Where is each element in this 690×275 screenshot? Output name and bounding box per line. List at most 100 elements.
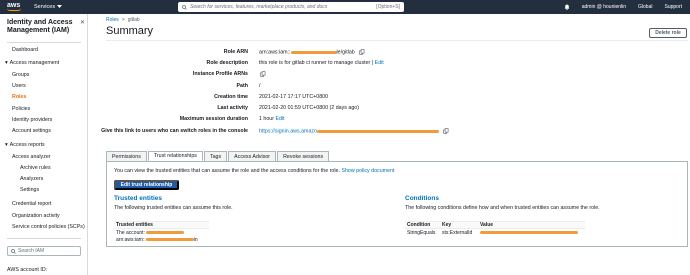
breadcrumb: Roles > gitlab bbox=[106, 17, 140, 23]
sidebar-section-label: Access management bbox=[9, 60, 60, 66]
sidebar-item-roles[interactable]: Roles bbox=[12, 94, 26, 100]
edit-trust-relationship-button[interactable]: Edit trust relationship bbox=[114, 180, 179, 190]
role-arn-prefix: arn:aws:iam:: bbox=[259, 49, 291, 56]
role-arn-suffix: le/gitlab bbox=[336, 49, 355, 56]
trust-description: You can view the trusted entities that c… bbox=[114, 168, 394, 174]
search-placeholder: Search for services, features, marketpla… bbox=[190, 4, 328, 10]
table-row: The account: bbox=[114, 229, 209, 236]
account-id-label: AWS account ID: bbox=[7, 267, 48, 273]
max-session-label: Maximum session duration bbox=[179, 116, 248, 122]
tab-trust-relationships[interactable]: Trust relationships bbox=[147, 151, 203, 161]
column-header: Condition bbox=[407, 222, 431, 228]
last-activity-value: 2021-02-20 01:59 UTC+0800 (2 days ago) bbox=[259, 105, 359, 111]
max-session-value: 1 hour Edit bbox=[259, 116, 285, 122]
creation-time-value: 2021-02-17 17:17 UTC+0800 bbox=[259, 94, 329, 100]
sidebar-item-archive-rules[interactable]: Archive rules bbox=[20, 165, 51, 171]
sidebar-item-organization-activity[interactable]: Organization activity bbox=[12, 213, 60, 219]
redaction-mark bbox=[290, 50, 337, 54]
search-shortcut-hint: [Option+S] bbox=[376, 4, 400, 10]
sidebar-divider bbox=[7, 238, 81, 239]
entity-account-prefix: The account: bbox=[116, 229, 145, 236]
redaction-mark bbox=[480, 230, 578, 234]
bell-icon[interactable] bbox=[564, 4, 570, 10]
sidebar-divider bbox=[7, 42, 81, 43]
sidebar-item-dashboard[interactable]: Dashboard bbox=[12, 47, 38, 53]
sidebar-item-scps[interactable]: Service control policies (SCPs) bbox=[12, 224, 85, 230]
title-divider bbox=[106, 40, 688, 41]
sidebar-item-account-settings[interactable]: Account settings bbox=[12, 128, 51, 134]
top-navigation: aws Services Search for services, featur… bbox=[0, 0, 690, 14]
sidebar-item-settings[interactable]: Settings bbox=[20, 187, 39, 193]
redaction-mark bbox=[317, 129, 439, 133]
redaction-mark bbox=[145, 237, 194, 241]
aws-smile-icon bbox=[7, 8, 21, 11]
redaction-mark bbox=[146, 230, 185, 234]
sidebar-search-input[interactable]: Search IAM bbox=[7, 246, 81, 256]
tab-permissions[interactable]: Permissions bbox=[106, 151, 147, 161]
sidebar-section-access-reports[interactable]: ▾ Access reports bbox=[5, 142, 45, 148]
region-menu[interactable]: Global bbox=[638, 4, 652, 10]
copy-icon[interactable] bbox=[260, 71, 266, 77]
instance-profile-label: Instance Profile ARNs bbox=[192, 71, 248, 77]
sidebar-title: Identity and Access Management (IAM) bbox=[7, 19, 73, 34]
delete-role-button[interactable]: Delete role bbox=[649, 28, 687, 38]
conditions-description: The following conditions define how and … bbox=[405, 205, 600, 211]
services-menu[interactable]: Services bbox=[34, 4, 63, 10]
page-title: Summary bbox=[106, 25, 154, 37]
tab-access-advisor[interactable]: Access Advisor bbox=[228, 151, 277, 161]
sidebar-item-groups[interactable]: Groups bbox=[12, 72, 29, 78]
breadcrumb-separator: > bbox=[121, 17, 125, 23]
caret-down-icon: ▾ bbox=[5, 60, 8, 66]
global-search-input[interactable]: Search for services, features, marketpla… bbox=[178, 2, 404, 12]
aws-logo[interactable]: aws bbox=[0, 0, 30, 14]
support-menu[interactable]: Support bbox=[664, 4, 682, 10]
copy-icon[interactable] bbox=[443, 128, 449, 134]
chevron-down-icon bbox=[57, 5, 63, 8]
edit-max-session-link[interactable]: Edit bbox=[276, 116, 285, 122]
sidebar-item-access-analyzer[interactable]: Access analyzer bbox=[12, 154, 51, 160]
instance-profile-value bbox=[259, 71, 266, 77]
sidebar-item-analyzers[interactable]: Analyzers bbox=[20, 176, 43, 182]
sidebar-section-access-management[interactable]: ▾ Access management bbox=[5, 60, 59, 66]
tab-tags[interactable]: Tags bbox=[203, 151, 228, 161]
max-session-text: 1 hour bbox=[259, 116, 275, 122]
sidebar-item-policies[interactable]: Policies bbox=[12, 106, 30, 112]
table-cell: arn:aws:iam:: in bbox=[114, 237, 198, 243]
services-label: Services bbox=[34, 4, 56, 10]
last-activity-label: Last activity bbox=[217, 105, 248, 111]
switch-role-link-value: https://signin.aws.amazo bbox=[259, 128, 449, 134]
table-row: StringEquals sts:ExternalId bbox=[405, 229, 585, 236]
edit-description-link[interactable]: Edit bbox=[375, 60, 384, 66]
column-header: Value bbox=[480, 222, 494, 228]
sidebar-item-identity-providers[interactable]: Identity providers bbox=[12, 117, 52, 123]
account-menu[interactable]: admin @ hounienlin bbox=[582, 4, 626, 10]
role-description-value: this role is for gitlab ci runner to man… bbox=[259, 60, 384, 66]
trusted-entities-table: Trusted entities The account: arn:aws:ia… bbox=[114, 221, 209, 243]
table-row: arn:aws:iam:: in bbox=[114, 236, 209, 243]
show-policy-document-link[interactable]: Show policy document bbox=[341, 168, 394, 174]
column-header: Trusted entities bbox=[116, 222, 153, 228]
tab-revoke-sessions[interactable]: Revoke sessions bbox=[277, 151, 330, 161]
role-tabs: Permissions Trust relationships Tags Acc… bbox=[106, 151, 330, 161]
role-description-text: this role is for gitlab ci runner to man… bbox=[259, 60, 371, 66]
role-arn-label: Role ARN bbox=[223, 49, 248, 55]
switch-role-link[interactable]: https://signin.aws.amazo bbox=[259, 128, 317, 134]
table-header: Condition Key Value bbox=[405, 222, 585, 229]
table-cell: The account: bbox=[114, 229, 185, 236]
search-icon bbox=[182, 4, 187, 10]
table-header: Trusted entities bbox=[114, 222, 209, 229]
breadcrumb-roles-link[interactable]: Roles bbox=[106, 17, 119, 23]
search-icon bbox=[11, 248, 16, 254]
role-description-label: Role description bbox=[206, 60, 249, 66]
table-cell: StringEquals bbox=[407, 229, 436, 236]
sidebar-item-credential-report[interactable]: Credential report bbox=[12, 201, 51, 207]
role-arn-value: arn:aws:iam:: le/gitlab bbox=[259, 49, 365, 55]
close-icon[interactable]: ✕ bbox=[80, 19, 85, 26]
copy-icon[interactable] bbox=[359, 49, 365, 55]
trusted-entities-title: Trusted entities bbox=[114, 195, 163, 202]
path-label: Path bbox=[236, 83, 248, 89]
sidebar-item-users[interactable]: Users bbox=[12, 83, 26, 89]
nav-right-group: admin @ hounienlin Global Support bbox=[564, 0, 682, 14]
conditions-title: Conditions bbox=[405, 195, 439, 202]
caret-down-icon: ▾ bbox=[5, 142, 8, 148]
